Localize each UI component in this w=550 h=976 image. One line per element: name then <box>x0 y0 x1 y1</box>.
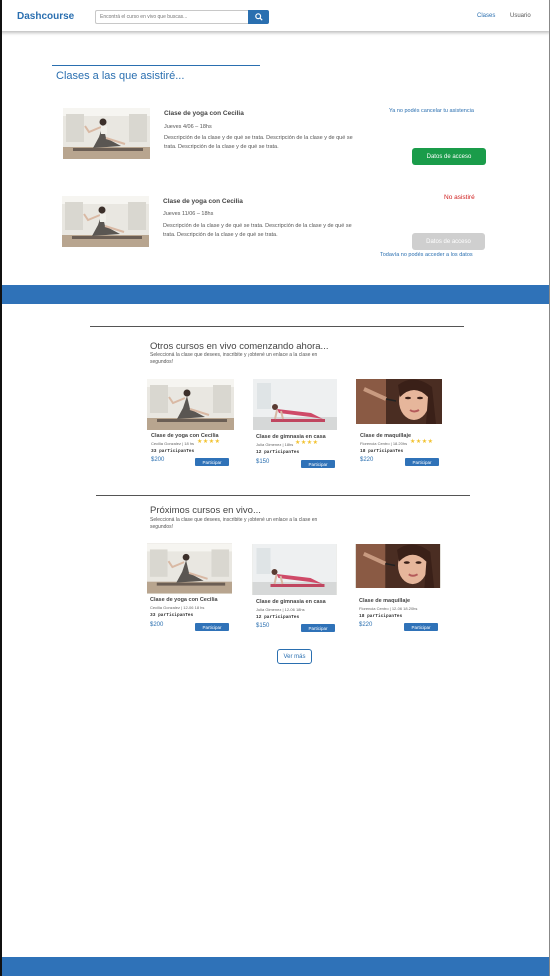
course-meta: Florencia Centro | 18.20hs <box>360 441 408 446</box>
course-title: Clase de gimnasia en casa <box>256 599 326 605</box>
participate-button[interactable]: Participar <box>195 458 229 466</box>
makeup-photo-illustration <box>356 379 442 424</box>
participants-count: 12 parTicipanTes <box>256 615 300 620</box>
participants-count: 12 parTicipanTes <box>256 450 300 455</box>
section-subtitle-upcoming: Seleccioná la clase que desees, inscribi… <box>150 517 318 530</box>
yoga-photo-illustration <box>147 543 232 594</box>
participants-count: 33 parTicipanTes <box>151 449 195 454</box>
rating-stars: ★★★★ <box>197 439 221 445</box>
section-subtitle-live-now: Seleccioná la clase que desees, inscribi… <box>150 352 318 365</box>
section-separator <box>96 495 470 496</box>
class-description: Descripción de la clase y de qué se trat… <box>164 135 353 150</box>
course-price: $220 <box>360 457 374 463</box>
course-meta: Julia Gimenez | 12-06 18hs <box>256 607 305 612</box>
course-thumbnail-gym[interactable] <box>252 544 337 595</box>
course-title: Clase de maquillaje <box>360 433 412 439</box>
course-thumbnail-makeup[interactable] <box>355 544 441 588</box>
participate-button[interactable]: Participar <box>301 624 335 632</box>
section-divider-band <box>0 285 550 304</box>
course-meta: Florencia Centro | 12-06 18.20hs <box>359 606 418 611</box>
access-note: Todavía no podés acceder a los datos <box>380 252 473 258</box>
search-button[interactable] <box>248 10 269 24</box>
access-data-button-disabled: Datos de acceso <box>412 233 485 250</box>
yoga-photo-illustration <box>147 379 234 430</box>
course-thumbnail-gym[interactable] <box>253 379 337 430</box>
participants-count: 18 parTicipanTes <box>359 614 403 619</box>
section-title-upcoming: Próximos cursos en vivo... <box>150 505 261 516</box>
course-title: Clase de maquillaje <box>359 598 411 604</box>
search-bar <box>95 10 269 24</box>
participate-button[interactable]: Participar <box>195 623 229 631</box>
course-meta: Julia Gimenez | 18hs <box>256 442 294 447</box>
course-price: $220 <box>359 622 373 628</box>
course-price: $150 <box>256 459 270 465</box>
class-description: Descripción de la clase y de qué se trat… <box>163 223 352 238</box>
section-separator <box>90 326 464 327</box>
class-thumbnail-yoga[interactable] <box>62 196 149 247</box>
class-date: Jueves 4/06 – 18hs <box>164 124 212 130</box>
search-input[interactable] <box>95 10 248 24</box>
rating-stars: ★★★★ <box>295 440 319 446</box>
cancel-status-text: Ya no podés cancelar tu asistencia <box>389 108 474 114</box>
participate-button[interactable]: Participar <box>301 460 335 468</box>
search-icon <box>254 13 263 21</box>
nav-link-usuario[interactable]: Usuario <box>510 13 531 19</box>
participate-button[interactable]: Participar <box>405 458 439 466</box>
course-thumbnail-yoga[interactable] <box>147 543 232 594</box>
yoga-photo-illustration <box>63 108 150 159</box>
course-price: $200 <box>151 457 165 463</box>
brand-logo[interactable]: Dashcourse <box>17 11 74 22</box>
course-title: Clase de yoga con Cecilia <box>150 597 218 603</box>
section-title-attended: Clases a las que asistiré... <box>56 70 185 82</box>
course-thumbnail-yoga[interactable] <box>147 379 234 430</box>
access-data-button[interactable]: Datos de acceso <box>412 148 486 165</box>
nav-link-clases[interactable]: Clases <box>477 13 495 19</box>
course-meta: Cecilia Gonzalez | 18 hs <box>151 441 195 446</box>
see-more-button[interactable]: Ver más <box>277 649 312 664</box>
class-title: Clase de yoga con Cecilia <box>164 110 244 117</box>
makeup-photo-illustration <box>355 544 441 588</box>
class-title: Clase de yoga con Cecilia <box>163 198 243 205</box>
class-thumbnail-yoga[interactable] <box>63 108 150 159</box>
gym-photo-illustration <box>252 544 337 595</box>
window-border-left <box>0 0 2 976</box>
not-attending-status: No asistiré <box>444 194 475 201</box>
top-navbar: Dashcourse Clases Usuario <box>0 0 550 31</box>
participants-count: 18 parTicipanTes <box>360 449 404 454</box>
course-price: $200 <box>150 622 164 628</box>
gym-photo-illustration <box>253 379 337 430</box>
section-title-underline <box>52 65 260 66</box>
course-price: $150 <box>256 623 270 629</box>
class-date: Jueves 11/06 – 18hs <box>163 211 214 217</box>
yoga-photo-illustration <box>62 196 149 247</box>
course-meta: Cecilia Gonzalez | 12-06 18 hs <box>150 605 205 610</box>
section-title-live-now: Otros cursos en vivo comenzando ahora... <box>150 341 329 352</box>
course-thumbnail-makeup[interactable] <box>356 379 442 424</box>
participate-button[interactable]: Participar <box>404 623 438 631</box>
footer-band <box>0 957 550 976</box>
participants-count: 33 parTicipanTes <box>150 613 194 618</box>
rating-stars: ★★★★ <box>410 439 434 445</box>
